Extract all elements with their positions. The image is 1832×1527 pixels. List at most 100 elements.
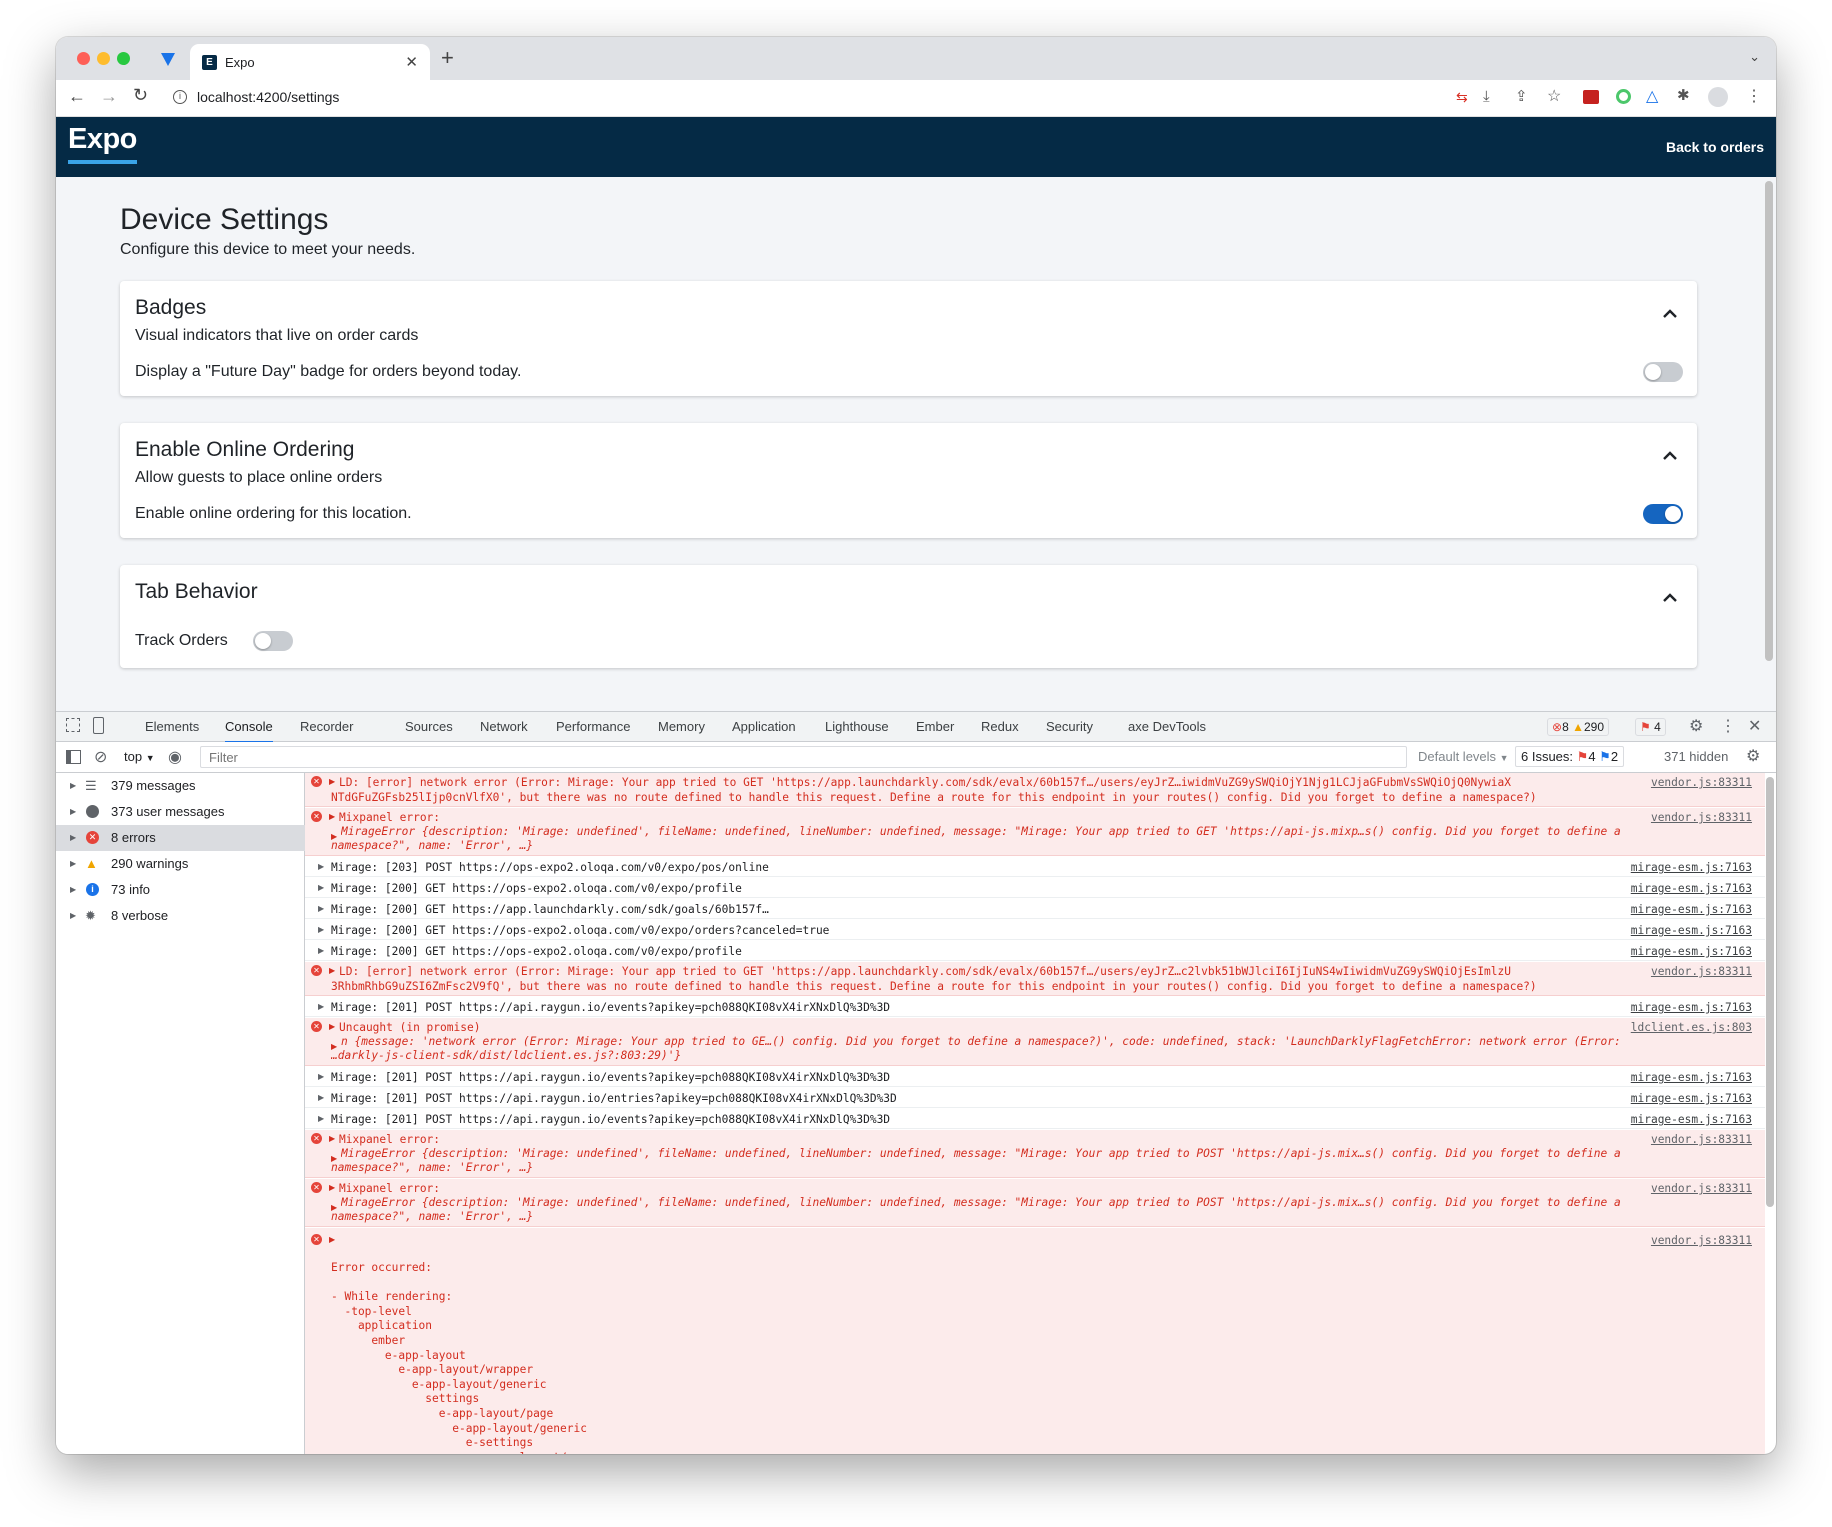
devtools-tab-memory[interactable]: Memory [658,712,705,742]
console-scrollbar[interactable] [1766,777,1774,1207]
chevron-up-icon[interactable] [1663,591,1677,605]
clear-console-icon[interactable]: ⊘ [94,747,107,767]
back-icon[interactable]: ← [68,86,86,107]
console-error-row[interactable]: ✕ ▶ Uncaught (in promise) ▶ n {message: … [305,1018,1765,1066]
devtools-tab-performance[interactable]: Performance [556,712,630,742]
tab-search-icon[interactable]: ⌄ [1749,49,1760,65]
console-error-row[interactable]: ✕ ▶ LD: [error] network error (Error: Mi… [305,773,1765,807]
sidebar-item-warnings[interactable]: ▶ ▲ 290 warnings [56,851,305,877]
devtools-tab-application[interactable]: Application [732,712,796,742]
install-icon[interactable]: ⤓ [1483,88,1490,105]
devtools-tab-sources[interactable]: Sources [405,712,453,742]
source-link[interactable]: vendor.js:83311 [1651,1234,1752,1247]
browser-tab[interactable]: E Expo ✕ [190,44,430,80]
console-log-row[interactable]: ▶ Mirage: [200] GET https://ops-expo2.ol… [305,941,1765,961]
address-bar[interactable]: localhost:4200/settings [197,89,339,105]
expand-arrow-icon[interactable]: ▶ [329,1183,335,1192]
devtools-tab-network[interactable]: Network [480,712,528,742]
devtools-tab-lighthouse[interactable]: Lighthouse [825,712,889,742]
expand-arrow-icon[interactable]: ▶ [329,966,335,975]
source-link[interactable]: ldclient.es.js:803 [1631,1021,1752,1034]
console-log-row[interactable]: ▶ Mirage: [203] POST https://ops-expo2.o… [305,857,1765,877]
console-error-row[interactable]: ✕ ▶ Mixpanel error: ▶ MirageError {descr… [305,1130,1765,1178]
maximize-window-button[interactable] [117,52,130,65]
close-window-button[interactable] [77,52,90,65]
context-selector[interactable]: top ▼ [124,749,155,764]
source-link[interactable]: mirage-esm.js:7163 [1631,945,1752,958]
source-link[interactable]: vendor.js:83311 [1651,1182,1752,1195]
expand-arrow-icon[interactable]: ▶ [329,1022,335,1031]
console-error-row[interactable]: ✕ ▶ LD: [error] network error (Error: Mi… [305,962,1765,996]
share-icon[interactable]: ⇪ [1515,87,1528,105]
devtools-tab-console[interactable]: Console [225,712,273,743]
profile-avatar-icon[interactable] [1708,87,1728,107]
forward-icon[interactable]: → [100,86,118,107]
devtools-tab-ember[interactable]: Ember [916,712,954,742]
future-day-badge-toggle[interactable] [1643,362,1683,382]
source-link[interactable]: mirage-esm.js:7163 [1631,1001,1752,1014]
source-link[interactable]: mirage-esm.js:7163 [1631,882,1752,895]
back-to-orders-link[interactable]: Back to orders [1666,139,1764,155]
devtools-tab-redux[interactable]: Redux [981,712,1019,742]
browser-menu-icon[interactable]: ⋮ [1746,86,1762,106]
expand-arrow-icon[interactable]: ▶ [329,1134,335,1143]
site-info-icon[interactable]: i [173,90,187,104]
sidebar-item-info[interactable]: ▶ i 73 info [56,877,305,903]
expand-arrow-icon[interactable]: ▶ [318,883,324,892]
source-link[interactable]: mirage-esm.js:7163 [1631,903,1752,916]
source-link[interactable]: vendor.js:83311 [1651,1133,1752,1146]
issues-badge[interactable]: ⚑ 4 [1635,718,1666,736]
sidebar-toggle-icon[interactable] [66,750,81,764]
inspect-element-icon[interactable] [66,718,80,732]
source-link[interactable]: vendor.js:83311 [1651,776,1752,789]
expand-arrow-icon[interactable]: ▶ [329,812,335,821]
translate-icon[interactable]: ⇆ [1456,89,1468,106]
chevron-up-icon[interactable] [1663,449,1677,463]
expand-arrow-icon[interactable]: ▶ [318,862,324,871]
expand-arrow-icon[interactable]: ▶ [318,904,324,913]
minimize-window-button[interactable] [97,52,110,65]
close-tab-icon[interactable]: ✕ [405,53,418,71]
app-logo[interactable]: Expo [68,123,137,164]
console-log-row[interactable]: ▶ Mirage: [201] POST https://api.raygun.… [305,1088,1765,1108]
bookmark-star-icon[interactable]: ☆ [1547,86,1561,106]
track-orders-toggle[interactable] [253,631,293,651]
source-link[interactable]: mirage-esm.js:7163 [1631,1113,1752,1126]
extension-red-icon[interactable] [1583,90,1599,104]
devtools-tab-axe[interactable]: axe DevTools [1128,712,1206,742]
new-tab-icon[interactable]: + [441,45,454,71]
issues-button[interactable]: 6 Issues: ⚑4 ⚑2 [1515,746,1625,767]
expand-arrow-icon[interactable]: ▶ [329,1235,335,1244]
console-log-row[interactable]: ▶ Mirage: [201] POST https://api.raygun.… [305,997,1765,1017]
reload-icon[interactable]: ↻ [133,85,148,106]
devtools-tab-security[interactable]: Security [1046,712,1093,742]
expand-arrow-icon[interactable]: ▶ [318,925,324,934]
device-toolbar-icon[interactable] [93,717,104,734]
extension-icon[interactable] [160,51,176,67]
devtools-menu-icon[interactable]: ⋮ [1720,716,1736,736]
expand-arrow-icon[interactable]: ▶ [318,1093,324,1102]
expand-arrow-icon[interactable]: ▶ [318,1072,324,1081]
console-log-row[interactable]: ▶ Mirage: [200] GET https://ops-expo2.ol… [305,878,1765,898]
source-link[interactable]: mirage-esm.js:7163 [1631,1071,1752,1084]
console-log-row[interactable]: ▶ Mirage: [200] GET https://app.launchda… [305,899,1765,919]
source-link[interactable]: mirage-esm.js:7163 [1631,1092,1752,1105]
source-link[interactable]: vendor.js:83311 [1651,965,1752,978]
console-log-row[interactable]: ▶ Mirage: [200] GET https://ops-expo2.ol… [305,920,1765,940]
source-link[interactable]: vendor.js:83311 [1651,811,1752,824]
extensions-puzzle-icon[interactable]: ✱ [1677,86,1690,104]
source-link[interactable]: mirage-esm.js:7163 [1631,861,1752,874]
sidebar-item-verbose[interactable]: ▶ ✹ 8 verbose [56,903,305,929]
expand-arrow-icon[interactable]: ▶ [329,777,335,786]
sidebar-item-errors[interactable]: ▶ ✕ 8 errors [56,825,305,851]
sidebar-item-user-messages[interactable]: ▶ 373 user messages [56,799,305,825]
console-filter-input[interactable] [200,746,1407,768]
expand-arrow-icon[interactable]: ▶ [318,946,324,955]
page-scrollbar[interactable] [1765,181,1773,661]
console-error-row[interactable]: ✕ ▶ Mixpanel error: ▶ MirageError {descr… [305,1179,1765,1227]
online-ordering-toggle[interactable] [1643,504,1683,524]
console-error-row[interactable]: ✕ ▶ Mixpanel error: ▶ MirageError {descr… [305,808,1765,856]
counts-badge[interactable]: ⊗8 ▲290 [1547,718,1610,736]
devtools-tab-recorder[interactable]: Recorder [300,712,353,742]
log-levels-dropdown[interactable]: Default levels ▼ [1418,749,1509,764]
